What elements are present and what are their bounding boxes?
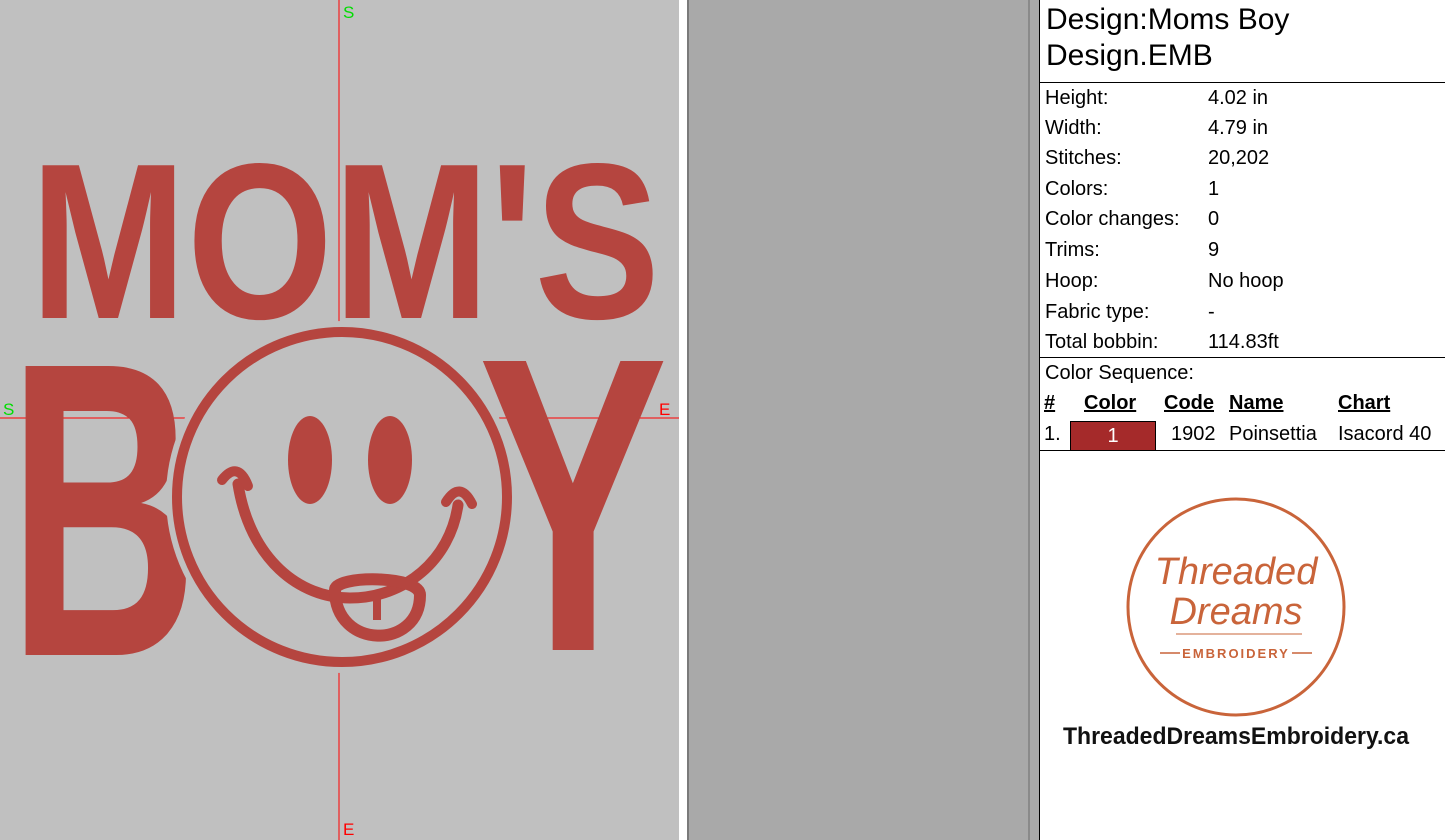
stat-label: Width:: [1045, 117, 1102, 139]
stat-value: 20,202: [1208, 147, 1270, 169]
color-sequence-label: Color Sequence:: [1045, 362, 1194, 384]
thread-chart: Isacord 40: [1338, 423, 1432, 445]
stat-label: Fabric type:: [1045, 301, 1150, 323]
canvas-edge-shadow: [687, 0, 689, 840]
design-info-panel: Design:Moms Boy Design.EMB Height: 4.02 i…: [1039, 0, 1445, 840]
design-canvas[interactable]: S E S E MOM'S B Y: [0, 0, 679, 840]
color-swatch[interactable]: 1: [1070, 421, 1156, 451]
stat-value: No hoop: [1208, 270, 1284, 292]
column-header-name: Name: [1229, 392, 1284, 414]
stat-label: Total bobbin:: [1045, 331, 1159, 353]
stat-label: Stitches:: [1045, 147, 1122, 169]
stat-value: 9: [1208, 239, 1220, 261]
column-header-code: Code: [1164, 392, 1214, 414]
stat-value: -: [1208, 301, 1215, 323]
divider: [1040, 450, 1445, 451]
stat-value: 4.79 in: [1208, 117, 1269, 139]
brand-logo: Threaded Dreams EMBROIDERY ThreadedDream…: [1063, 497, 1410, 750]
stat-value: 114.83ft: [1208, 331, 1279, 353]
canvas-edge: [679, 0, 687, 840]
logo-script-line1: Threaded: [1155, 551, 1320, 593]
stat-value: 4.02 in: [1208, 87, 1269, 109]
pane-divider[interactable]: [1028, 0, 1030, 840]
design-preview: S E S E MOM'S B Y: [0, 0, 679, 840]
design-name: Design:Moms Boy: [1046, 3, 1290, 36]
stat-label: Hoop:: [1045, 270, 1099, 292]
stat-label: Colors:: [1045, 178, 1109, 200]
stat-label: Color changes:: [1045, 208, 1180, 230]
logo-url: ThreadedDreamsEmbroidery.ca: [1063, 723, 1410, 750]
logo-subtitle: EMBROIDERY: [1182, 646, 1290, 661]
row-num: 1.: [1044, 423, 1061, 445]
thread-code: 1902: [1171, 423, 1216, 445]
stat-label: Trims:: [1045, 239, 1100, 261]
stat-value: 0: [1208, 208, 1220, 230]
logo-script-line2: Dreams: [1169, 591, 1302, 633]
smiley-face-icon: [166, 321, 518, 673]
stat-value: 1: [1208, 178, 1220, 200]
stat-label: Height:: [1045, 87, 1109, 109]
design-filename: Design.EMB: [1046, 39, 1213, 72]
start-marker-top: S: [343, 3, 354, 22]
column-header-num: #: [1044, 392, 1056, 414]
column-header-color: Color: [1084, 392, 1137, 414]
column-header-chart: Chart: [1338, 392, 1391, 414]
end-marker-bottom: E: [343, 820, 354, 839]
thread-name: Poinsettia: [1229, 423, 1317, 445]
